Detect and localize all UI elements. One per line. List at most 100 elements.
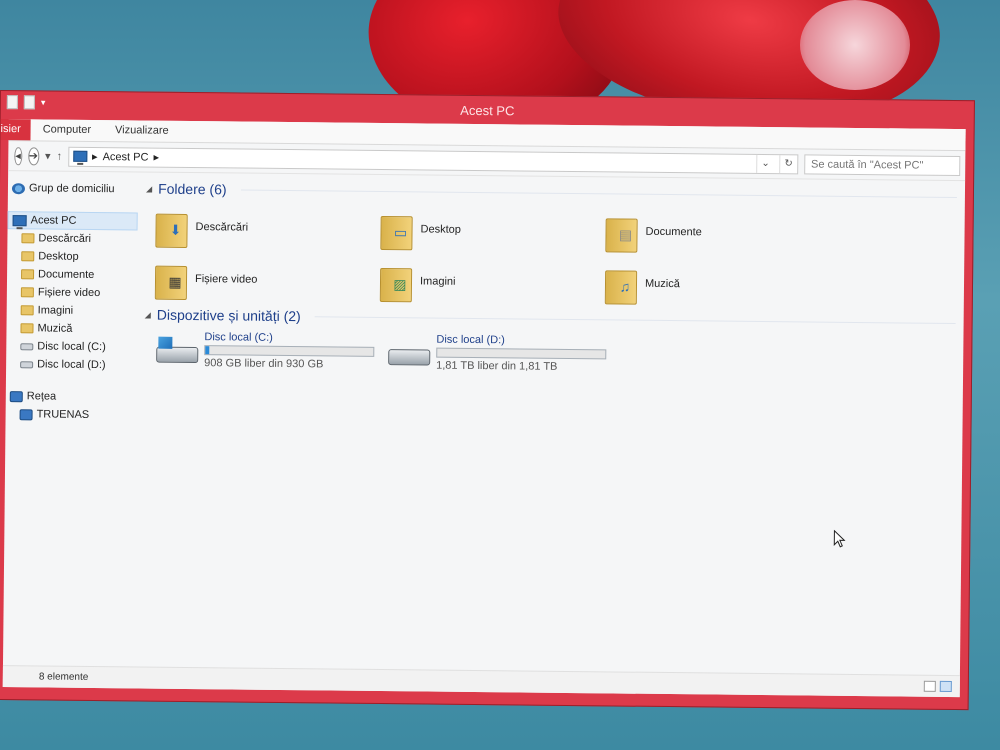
drive-usage-fill <box>205 346 210 355</box>
windows-logo-icon <box>158 336 173 349</box>
nav-label: TRUENAS <box>36 408 90 421</box>
nav-label: Disc local (C:) <box>37 340 106 354</box>
folder-icon: ⬇ <box>155 208 187 246</box>
nav-network[interactable]: Rețea <box>6 387 136 406</box>
breadcrumb-separator[interactable]: ▸ <box>92 150 98 163</box>
folder-label: Documente <box>645 225 702 239</box>
refresh-button[interactable]: ↻ <box>778 154 798 173</box>
folder-label: Muzică <box>644 277 680 291</box>
folder-icon <box>21 269 35 280</box>
file-list: ◢ Foldere (6) ⬇ Descărcări ▭ Desktop ▤ D… <box>133 172 965 675</box>
download-icon: ⬇ <box>169 221 182 238</box>
explorer-window: ▾ Acest PC isier Computer Vizualizare ◂ … <box>0 90 975 711</box>
nav-drive-d[interactable]: Disc local (D:) <box>6 355 136 374</box>
homegroup-icon <box>11 182 26 194</box>
folder-desktop[interactable]: ▭ Desktop <box>380 207 605 253</box>
folder-icon: ▨ <box>380 262 412 300</box>
tab-file[interactable]: isier <box>0 119 31 141</box>
folder-music[interactable]: ♫ Muzică <box>605 261 830 307</box>
folder-icon <box>21 233 35 244</box>
folder-documents[interactable]: ▤ Documente <box>605 209 830 255</box>
network-computer-icon <box>19 408 33 420</box>
nav-label: Muzică <box>37 322 73 335</box>
nav-music[interactable]: Muzică <box>6 319 136 338</box>
folder-icon: ▭ <box>380 210 412 248</box>
nav-label: Imagini <box>37 304 74 317</box>
arrow-right-icon: ➔ <box>28 150 39 163</box>
up-button[interactable]: ↑ <box>57 150 63 162</box>
folders-grid: ⬇ Descărcări ▭ Desktop ▤ Documente ▦ Fiș… <box>155 205 957 309</box>
chevron-down-icon: ⌄ <box>761 157 770 170</box>
music-icon: ♫ <box>619 278 631 295</box>
collapse-arrow-icon[interactable]: ◢ <box>146 184 152 193</box>
desktop-icon: ▭ <box>393 223 408 240</box>
arrow-up-icon: ↑ <box>56 150 63 163</box>
main-area: Grup de domiciliu Acest PC Descărcări De… <box>3 171 965 675</box>
nav-label: Disc local (D:) <box>37 358 106 372</box>
nav-documents[interactable]: Documente <box>7 265 137 284</box>
folder-downloads[interactable]: ⬇ Descărcări <box>155 205 380 251</box>
drive-icon <box>20 342 34 350</box>
flower-highlight <box>800 0 910 90</box>
breadcrumb-this-pc[interactable]: Acest PC <box>103 151 149 163</box>
folder-label: Imagini <box>419 275 456 288</box>
large-icons-view-icon[interactable] <box>939 680 952 692</box>
network-icon <box>9 390 23 402</box>
folder-label: Descărcări <box>195 221 249 234</box>
item-count: 8 elemente <box>38 671 89 683</box>
video-icon: ▦ <box>168 273 182 290</box>
nav-this-pc[interactable]: Acest PC <box>7 211 138 231</box>
nav-pictures[interactable]: Imagini <box>7 301 137 320</box>
nav-desktop[interactable]: Desktop <box>7 247 137 266</box>
folder-videos[interactable]: ▦ Fișiere video <box>155 257 380 303</box>
navigation-pane: Grup de domiciliu Acest PC Descărcări De… <box>3 171 138 666</box>
forward-button[interactable]: ➔ <box>27 146 40 165</box>
tab-computer[interactable]: Computer <box>31 119 104 141</box>
nav-drive-c[interactable]: Disc local (C:) <box>6 337 136 356</box>
drives-list: Disc local (C:) 908 GB liber din 930 GB … <box>156 331 955 377</box>
tab-view[interactable]: Vizualizare <box>103 120 181 142</box>
drive-icon <box>20 360 34 368</box>
devices-group-header[interactable]: ◢ Dispozitive și unități (2) <box>145 307 956 331</box>
nav-label: Grup de domiciliu <box>28 182 115 196</box>
folder-icon <box>21 251 35 262</box>
nav-videos[interactable]: Fișiere video <box>7 283 137 302</box>
nav-homegroup[interactable]: Grup de domiciliu <box>8 179 138 198</box>
folders-group-header[interactable]: ◢ Foldere (6) <box>146 181 957 205</box>
nav-label: Documente <box>38 268 95 281</box>
hard-drive-icon <box>156 336 196 367</box>
folder-icon <box>20 305 34 316</box>
recent-locations-button[interactable]: ▾ <box>45 149 51 162</box>
drive-free-space: 1,81 TB liber din 1,81 TB <box>436 359 558 373</box>
nav-label: Rețea <box>26 390 57 403</box>
folder-icon <box>20 323 34 334</box>
nav-downloads[interactable]: Descărcări <box>7 229 137 248</box>
folder-icon: ▦ <box>155 260 187 298</box>
search-input[interactable] <box>803 153 961 176</box>
nav-truenas[interactable]: TRUENAS <box>6 405 136 424</box>
drive-label: Disc local (C:) <box>204 331 273 344</box>
nav-label: Acest PC <box>30 214 77 227</box>
hard-drive-icon <box>388 341 428 369</box>
back-button[interactable]: ◂ <box>14 146 22 165</box>
nav-label: Fișiere video <box>37 286 101 300</box>
drive-free-space: 908 GB liber din 930 GB <box>204 357 324 371</box>
drive-usage-bar <box>204 345 375 357</box>
folder-label: Desktop <box>420 223 461 236</box>
drive-usage-bar <box>436 347 607 360</box>
computer-icon <box>12 214 27 226</box>
folder-pictures[interactable]: ▨ Imagini <box>380 259 605 305</box>
collapse-arrow-icon[interactable]: ◢ <box>145 310 151 319</box>
drive-c[interactable]: Disc local (C:) 908 GB liber din 930 GB <box>156 331 375 371</box>
drive-label: Disc local (D:) <box>436 333 505 347</box>
folder-icon: ▤ <box>605 212 637 250</box>
address-bar[interactable]: ▸ Acest PC ▸ ⌄ ↻ <box>67 146 799 174</box>
details-view-icon[interactable] <box>923 680 936 692</box>
address-dropdown-button[interactable]: ⌄ <box>755 154 775 173</box>
window-content: isier Computer Vizualizare ◂ ➔ ▾ ↑ ▸ Ace… <box>0 119 966 698</box>
nav-label: Desktop <box>38 250 79 263</box>
drive-d[interactable]: Disc local (D:) 1,81 TB liber din 1,81 T… <box>388 333 607 373</box>
image-icon: ▨ <box>393 275 407 292</box>
folder-label: Fișiere video <box>194 273 258 286</box>
breadcrumb-separator[interactable]: ▸ <box>153 151 159 164</box>
